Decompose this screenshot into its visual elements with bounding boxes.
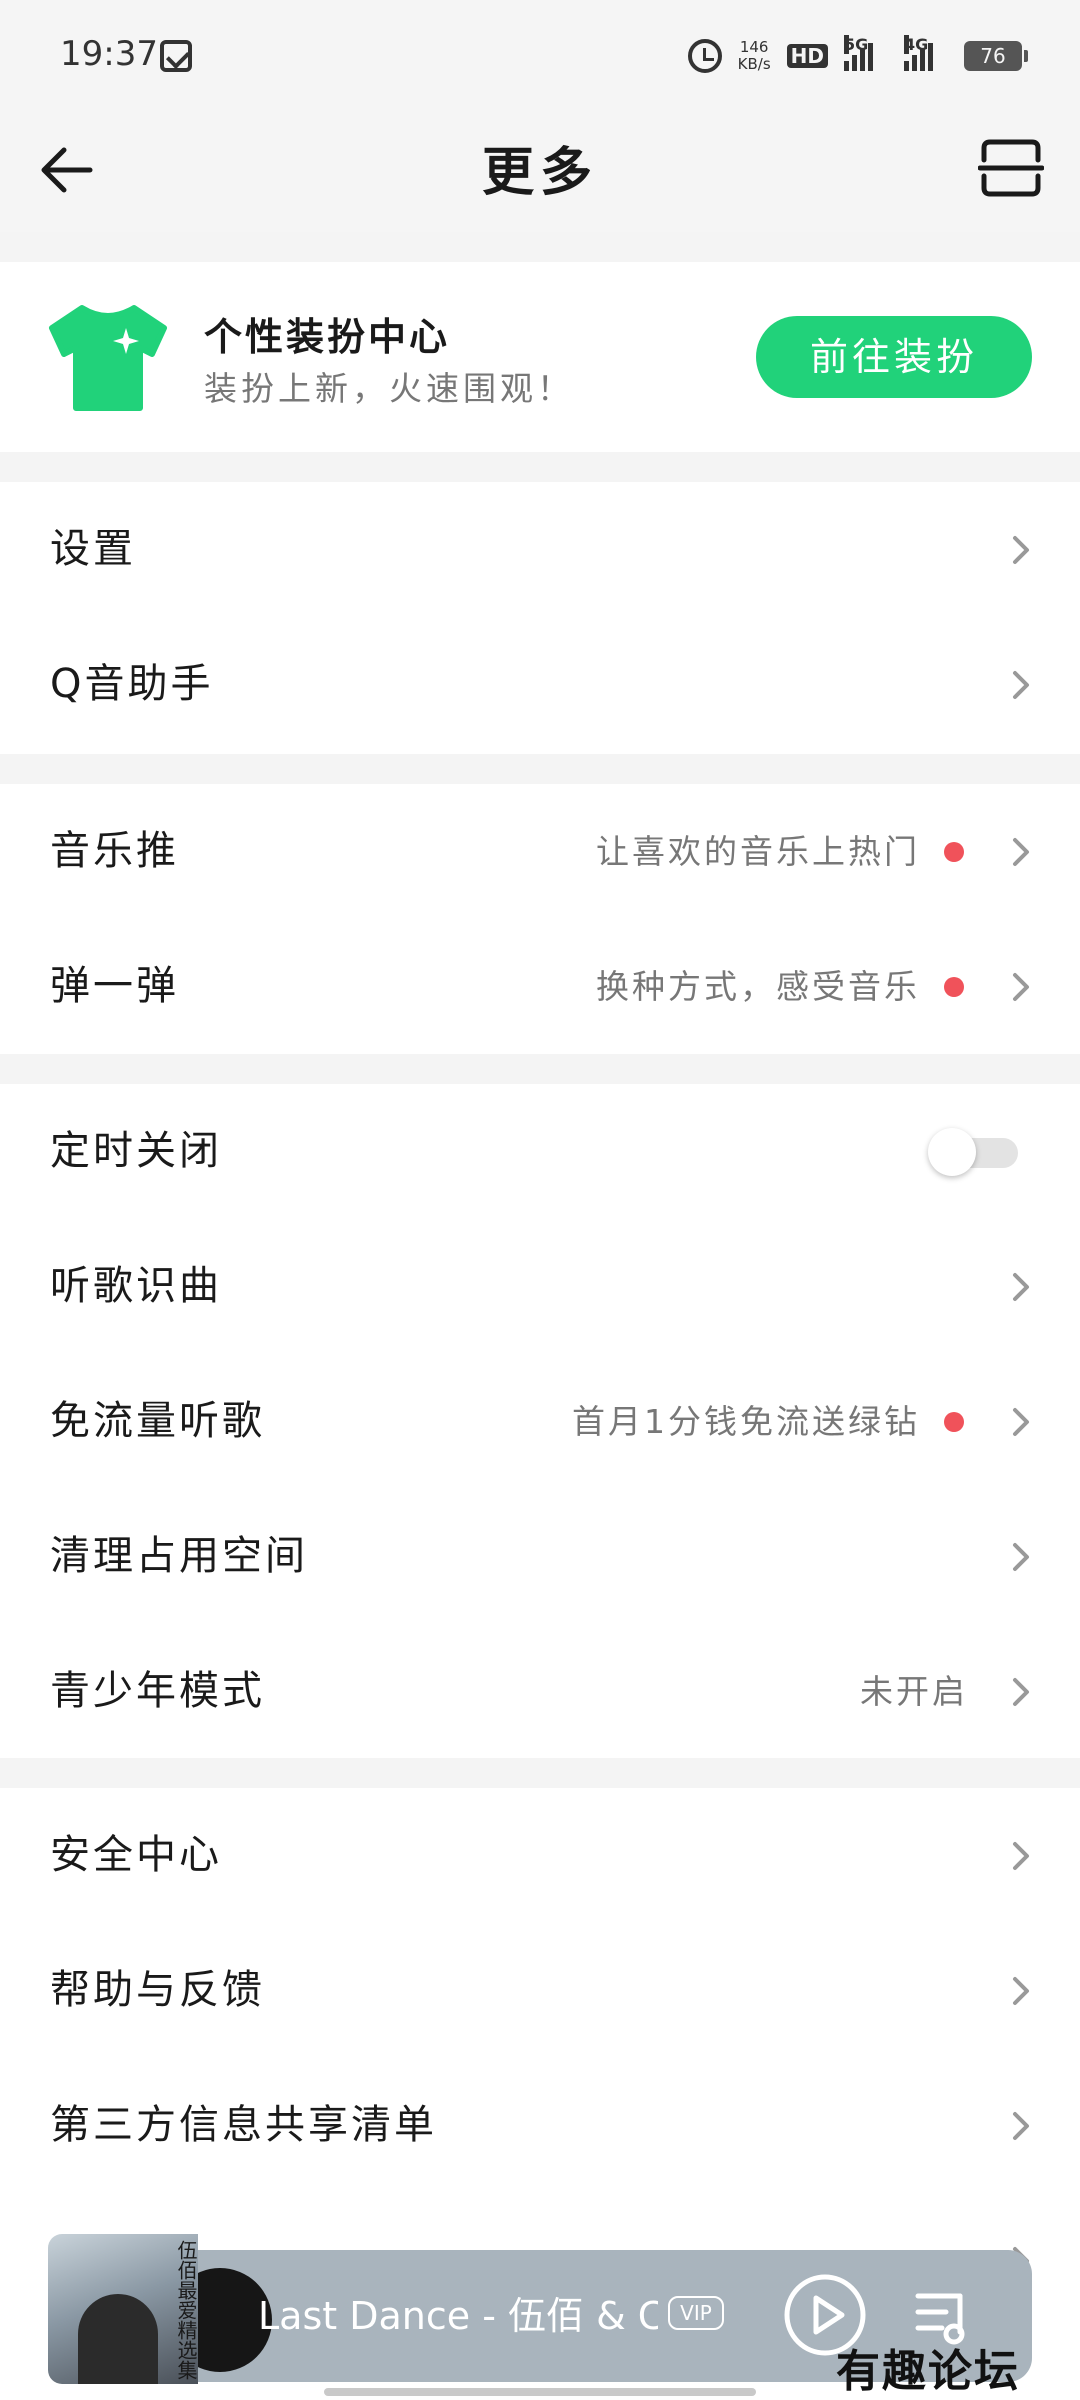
home-indicator[interactable] — [324, 2388, 756, 2396]
chevron-right-icon — [1013, 1543, 1029, 1571]
q-assistant-item[interactable]: Q音助手 — [0, 617, 1080, 752]
teen-mode-item[interactable]: 青少年模式 未开启 — [0, 1624, 1080, 1759]
teen-mode-label: 青少年模式 — [50, 1668, 265, 1714]
hd-icon: HD — [786, 44, 828, 68]
status-bar: 19:37 146 KB/s HD 5G 4G 76 — [0, 0, 1080, 108]
sleep-timer-toggle[interactable] — [928, 1128, 1020, 1176]
chevron-right-icon — [1013, 1273, 1029, 1301]
page-header: 更多 — [0, 108, 1080, 232]
q-assistant-label: Q音助手 — [50, 661, 214, 707]
notification-icon — [160, 40, 192, 72]
clear-storage-item[interactable]: 清理占用空间 — [0, 1489, 1080, 1624]
help-feedback-item[interactable]: 帮助与反馈 — [0, 1923, 1080, 2058]
music-promo-section: 音乐推 让喜欢的音乐上热门 弹一弹 换种方式，感受音乐 — [0, 784, 1080, 1054]
network-speed-unit: KB/s — [737, 55, 771, 73]
free-data-subtitle: 首月1分钱免流送绿钻 — [572, 1402, 920, 1441]
help-feedback-label: 帮助与反馈 — [50, 1967, 265, 2013]
network-speed-value: 146 — [739, 38, 769, 56]
theme-center-subtitle: 装扮上新，火速围观！ — [204, 369, 574, 408]
settings-section: 设置 Q音助手 — [0, 482, 1080, 754]
music-push-subtitle: 让喜欢的音乐上热门 — [596, 832, 920, 871]
status-time: 19:37 — [60, 34, 158, 74]
chevron-right-icon — [1013, 671, 1029, 699]
red-dot-badge — [944, 842, 964, 862]
chevron-right-icon — [1013, 536, 1029, 564]
toggle-knob — [928, 1128, 976, 1176]
tanyitan-label: 弹一弹 — [50, 963, 179, 1009]
chevron-right-icon — [1013, 1678, 1029, 1706]
track-title: Last Dance - 伍佰 & Ch — [258, 2294, 658, 2338]
album-cover-text: 伍佰最爱精选集 — [174, 2240, 198, 2380]
signal-4g-label: 4G — [904, 35, 929, 54]
chevron-right-icon — [1013, 838, 1029, 866]
song-recognition-label: 听歌识曲 — [50, 1263, 222, 1309]
scan-icon[interactable] — [978, 136, 1044, 200]
music-push-item[interactable]: 音乐推 让喜欢的音乐上热门 — [0, 784, 1080, 919]
red-dot-badge — [944, 1412, 964, 1432]
chevron-right-icon — [1013, 1842, 1029, 1870]
signal-5g-label: 5G — [844, 35, 869, 54]
free-data-label: 免流量听歌 — [50, 1398, 265, 1444]
security-center-label: 安全中心 — [50, 1832, 222, 1878]
third-party-sharing-item[interactable]: 第三方信息共享清单 — [0, 2058, 1080, 2193]
chevron-right-icon — [1013, 973, 1029, 1001]
signal-4g-icon: 4G — [904, 35, 948, 71]
alarm-icon — [687, 39, 722, 73]
chevron-right-icon — [1013, 1408, 1029, 1436]
song-recognition-item[interactable]: 听歌识曲 — [0, 1219, 1080, 1354]
free-data-item[interactable]: 免流量听歌 首月1分钱免流送绿钻 — [0, 1354, 1080, 1489]
vip-badge: VIP — [668, 2296, 724, 2330]
tshirt-icon — [49, 305, 167, 411]
settings-label: 设置 — [50, 526, 136, 572]
go-dressup-button[interactable]: 前往装扮 — [756, 316, 1032, 398]
tanyitan-subtitle: 换种方式，感受音乐 — [596, 967, 920, 1006]
chevron-right-icon — [1013, 2112, 1029, 2140]
settings-item[interactable]: 设置 — [0, 482, 1080, 617]
battery-icon: 76 — [964, 41, 1028, 71]
red-dot-badge — [944, 977, 964, 997]
security-center-item[interactable]: 安全中心 — [0, 1788, 1080, 1923]
third-party-sharing-label: 第三方信息共享清单 — [50, 2102, 437, 2148]
chevron-right-icon — [1013, 1977, 1029, 2005]
theme-center-title: 个性装扮中心 — [204, 315, 451, 359]
signal-5g-icon: 5G — [844, 35, 888, 71]
teen-mode-status: 未开启 — [860, 1672, 968, 1711]
tools-section: 定时关闭 听歌识曲 免流量听歌 首月1分钱免流送绿钻 清理占用空间 青少年模式 … — [0, 1084, 1080, 1758]
music-push-label: 音乐推 — [50, 828, 179, 874]
watermark-logo: 有趣论坛 — [836, 2346, 1020, 2397]
album-artist-image — [78, 2294, 158, 2384]
status-icons: 146 KB/s HD 5G 4G 76 — [687, 34, 1028, 78]
tanyitan-item[interactable]: 弹一弹 换种方式，感受音乐 — [0, 919, 1080, 1054]
sleep-timer-label: 定时关闭 — [50, 1128, 222, 1174]
sleep-timer-item[interactable]: 定时关闭 — [0, 1084, 1080, 1219]
clear-storage-label: 清理占用空间 — [50, 1533, 308, 1579]
page-title: 更多 — [481, 143, 598, 203]
album-cover[interactable]: 伍佰最爱精选集 — [48, 2234, 198, 2384]
theme-center-card[interactable]: 个性装扮中心 装扮上新，火速围观！ 前往装扮 — [0, 262, 1080, 452]
network-speed: 146 KB/s — [738, 39, 771, 73]
